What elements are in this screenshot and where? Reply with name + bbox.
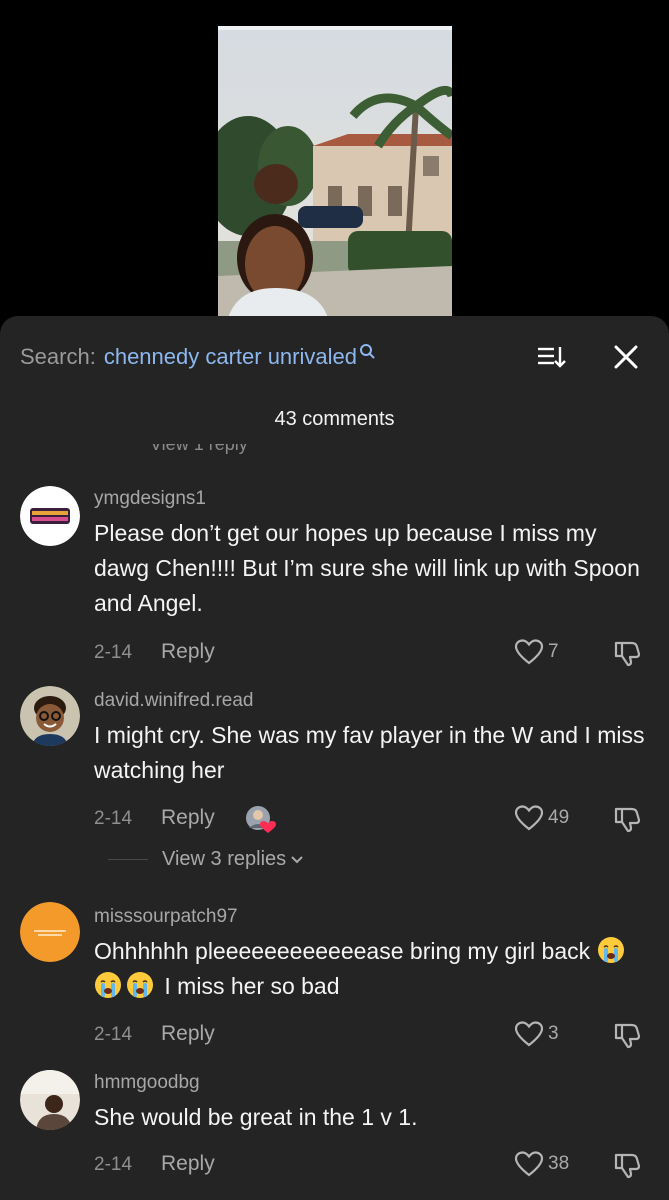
like-count: 3 bbox=[548, 1023, 559, 1044]
comment-text: She would be great in the 1 v 1. bbox=[94, 1104, 418, 1130]
dislike-icon[interactable] bbox=[612, 639, 642, 667]
like-count: 7 bbox=[548, 641, 559, 662]
avatar[interactable] bbox=[20, 486, 80, 546]
search-glass-icon bbox=[359, 344, 375, 359]
view-replies-label: View 3 replies bbox=[162, 848, 287, 870]
comment-date: 2-14 bbox=[94, 808, 133, 829]
comment-text: Please don’t get our hopes up because I … bbox=[94, 520, 640, 616]
comment-username[interactable]: misssourpatch97 bbox=[94, 906, 238, 928]
video-frame-image bbox=[218, 26, 452, 318]
like-count: 49 bbox=[548, 807, 570, 828]
search-label: Search: bbox=[20, 344, 96, 369]
crying-face-emoji bbox=[126, 971, 154, 999]
comment-username[interactable]: hmmgoodbg bbox=[94, 1072, 200, 1094]
comment-meta: 2-14 Reply 7 bbox=[94, 638, 654, 668]
comments-sheet: Search: chennedy carter unrivaled 43 com… bbox=[0, 316, 669, 1200]
avatar[interactable] bbox=[20, 686, 80, 746]
divider-line bbox=[108, 859, 148, 860]
comment-meta: 2-14 Reply 49 bbox=[94, 804, 654, 834]
comment-date: 2-14 bbox=[94, 1024, 133, 1045]
comment-text-part: Ohhhhhh pleeeeeeeeeeeease bring my girl … bbox=[94, 938, 591, 964]
dislike-icon[interactable] bbox=[612, 1151, 642, 1179]
reply-button[interactable]: Reply bbox=[161, 1022, 215, 1046]
creator-liked-icon bbox=[246, 806, 276, 833]
comment-date: 2-14 bbox=[94, 1154, 133, 1175]
app-screen: Search: chennedy carter unrivaled 43 com… bbox=[0, 0, 669, 1200]
search-suggestion[interactable]: Search: chennedy carter unrivaled bbox=[20, 342, 649, 372]
comment-text: Ohhhhhh pleeeeeeeeeeeease bring my girl … bbox=[94, 934, 654, 1004]
sort-icon[interactable] bbox=[536, 344, 566, 370]
avatar[interactable] bbox=[20, 1070, 80, 1130]
dislike-icon[interactable] bbox=[612, 1021, 642, 1049]
reply-button[interactable]: Reply bbox=[161, 806, 215, 830]
comment-text: I might cry. She was my fav player in th… bbox=[94, 722, 645, 783]
chevron-down-icon bbox=[291, 855, 303, 863]
like-button[interactable]: 38 bbox=[514, 1150, 569, 1178]
comment-username[interactable]: david.winifred.read bbox=[94, 690, 253, 712]
avatar[interactable] bbox=[20, 902, 80, 962]
comment-date: 2-14 bbox=[94, 642, 133, 663]
like-button[interactable]: 49 bbox=[514, 804, 569, 832]
partial-view-reply: View 1 reply bbox=[150, 444, 248, 454]
comment-count: 43 comments bbox=[274, 408, 395, 430]
video-preview[interactable] bbox=[218, 26, 452, 318]
view-replies-button[interactable]: View 3 replies bbox=[108, 848, 304, 871]
crying-face-emoji bbox=[94, 971, 122, 999]
reply-button[interactable]: Reply bbox=[161, 1152, 215, 1176]
like-count: 38 bbox=[548, 1153, 570, 1174]
comment-meta: 2-14 Reply 3 bbox=[94, 1020, 654, 1050]
heart-outline-icon bbox=[514, 639, 544, 665]
search-query-link[interactable]: chennedy carter unrivaled bbox=[104, 344, 357, 370]
heart-outline-icon bbox=[514, 805, 544, 831]
crying-face-emoji bbox=[597, 936, 625, 964]
like-button[interactable]: 7 bbox=[514, 638, 559, 666]
comment-text-part: I miss her so bad bbox=[164, 973, 340, 999]
like-button[interactable]: 3 bbox=[514, 1020, 559, 1048]
reply-button[interactable]: Reply bbox=[161, 640, 215, 664]
comment-meta: 2-14 Reply 38 bbox=[94, 1150, 654, 1180]
close-icon[interactable] bbox=[613, 344, 639, 370]
heart-outline-icon bbox=[514, 1021, 544, 1047]
heart-outline-icon bbox=[514, 1151, 544, 1177]
dislike-icon[interactable] bbox=[612, 805, 642, 833]
comment-username[interactable]: ymgdesigns1 bbox=[94, 488, 206, 510]
